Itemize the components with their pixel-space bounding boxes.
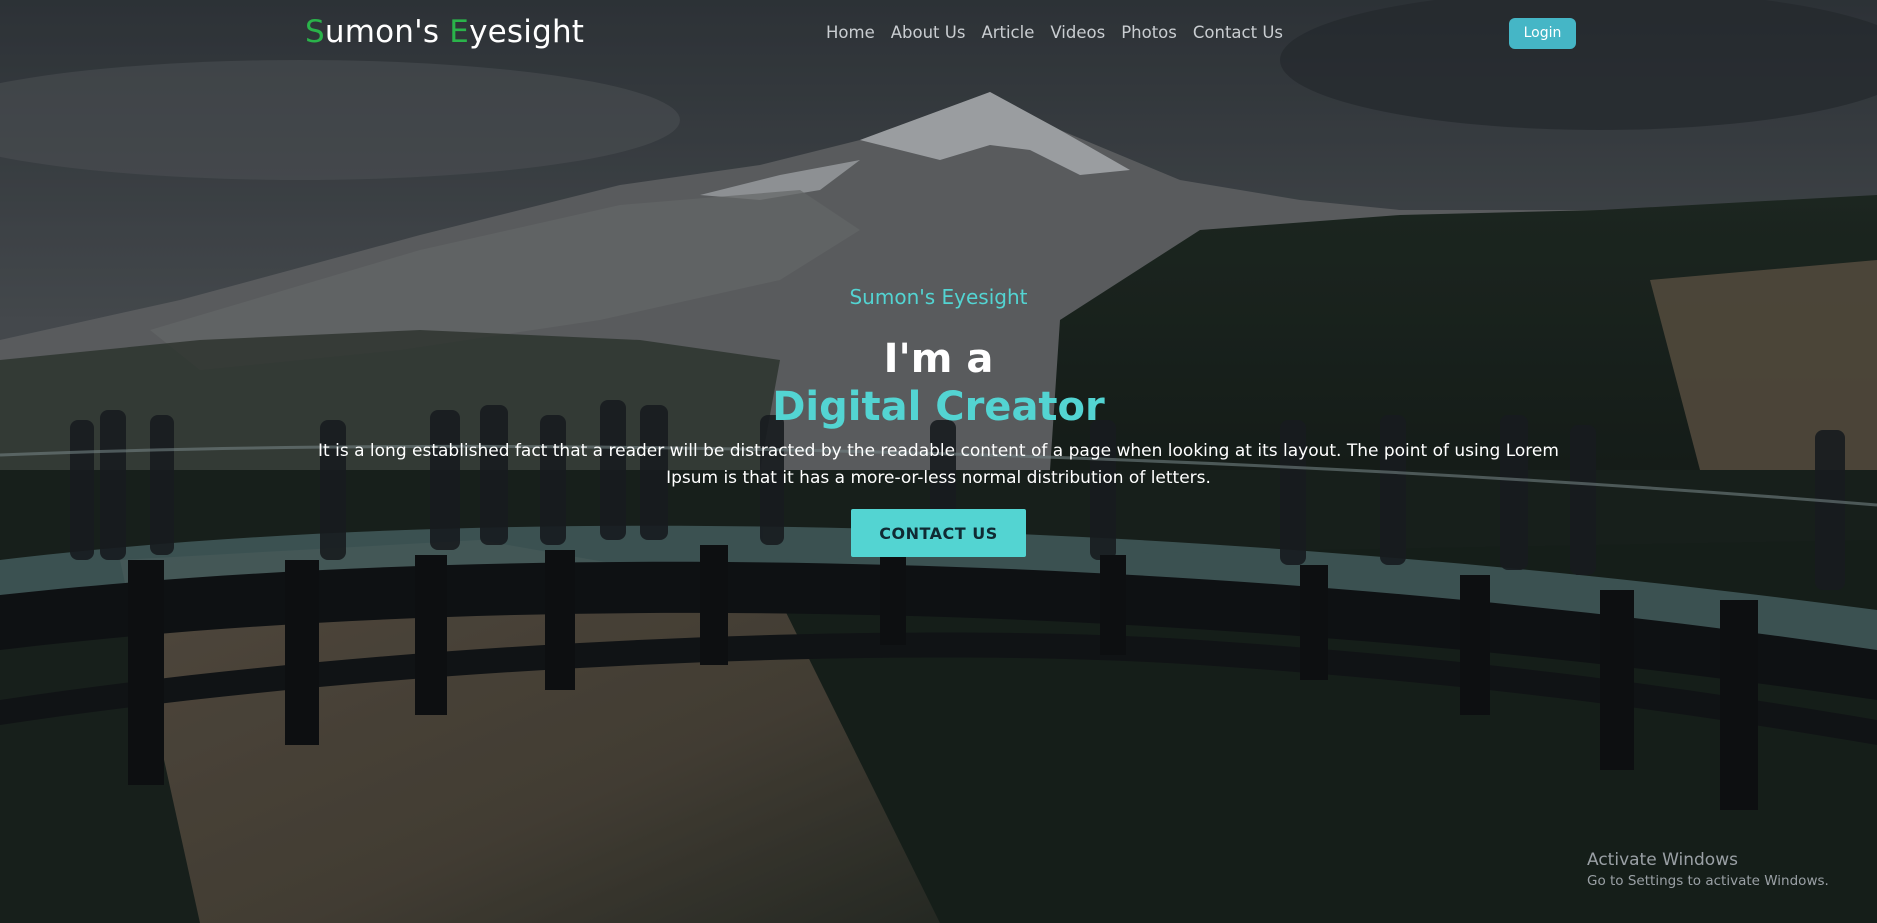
watermark-subtitle: Go to Settings to activate Windows. bbox=[1587, 873, 1829, 889]
site-logo[interactable]: Sumon's Eyesight bbox=[305, 14, 584, 50]
nav-contact-us[interactable]: Contact Us bbox=[1193, 23, 1283, 42]
hero-subtitle: Sumon's Eyesight bbox=[849, 285, 1028, 309]
brand-word-2: yesight bbox=[469, 14, 585, 50]
brand-word-1: umon's bbox=[324, 14, 440, 50]
nav-about-us[interactable]: About Us bbox=[891, 23, 966, 42]
nav-photos[interactable]: Photos bbox=[1121, 23, 1177, 42]
hero-section: Sumon's Eyesight I'm a Digital Creator I… bbox=[0, 285, 1877, 557]
brand-initial-s: S bbox=[305, 14, 325, 50]
watermark-title: Activate Windows bbox=[1587, 850, 1738, 870]
hero-description: It is a long established fact that a rea… bbox=[318, 441, 1559, 488]
main-nav: Home About Us Article Videos Photos Cont… bbox=[826, 23, 1283, 42]
login-button[interactable]: Login bbox=[1509, 18, 1576, 49]
nav-videos[interactable]: Videos bbox=[1050, 23, 1105, 42]
nav-article[interactable]: Article bbox=[981, 23, 1034, 42]
nav-home[interactable]: Home bbox=[826, 23, 875, 42]
hero-headline-line2: Digital Creator bbox=[772, 384, 1105, 430]
hero-headline-line1: I'm a bbox=[883, 336, 994, 382]
navbar: Sumon's Eyesight Home About Us Article V… bbox=[0, 0, 1877, 68]
activate-windows-watermark: Activate Windows Go to Settings to activ… bbox=[1587, 850, 1829, 889]
brand-initial-e: E bbox=[449, 14, 470, 50]
contact-us-button[interactable]: CONTACT US bbox=[851, 509, 1026, 557]
